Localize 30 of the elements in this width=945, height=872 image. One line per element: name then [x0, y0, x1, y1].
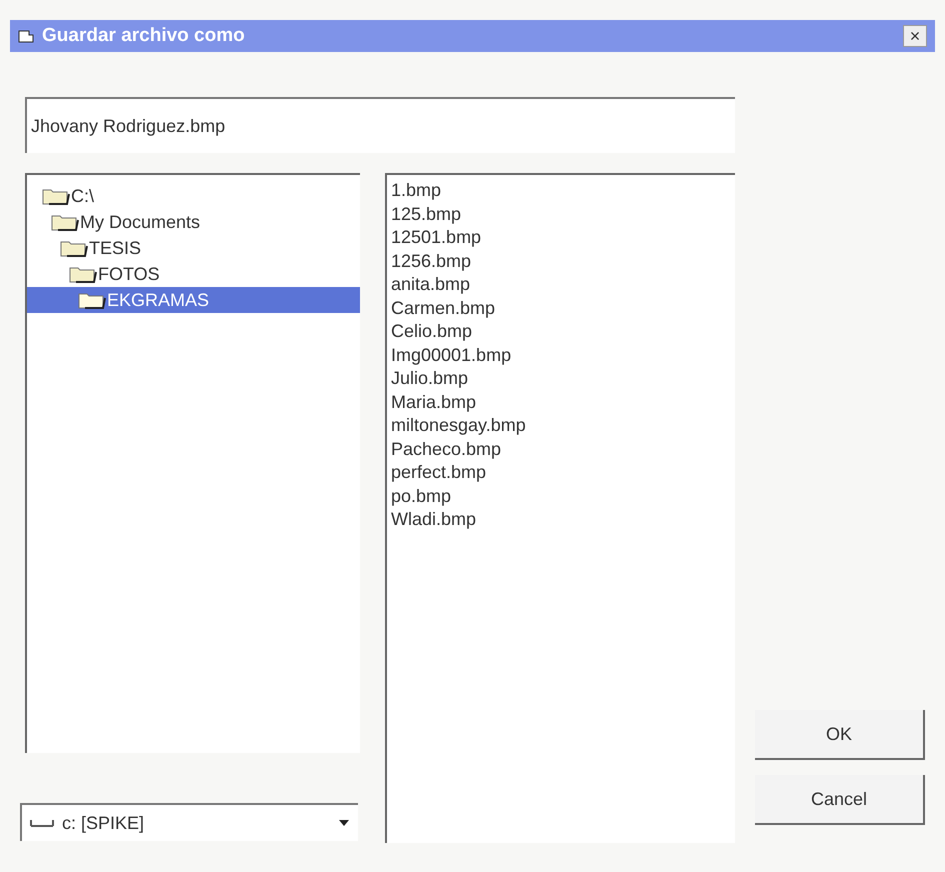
drive-value: c: [SPIKE] — [62, 812, 146, 835]
file-item[interactable]: Celio.bmp — [391, 320, 735, 344]
folder-tree-item[interactable]: TESIS — [27, 235, 360, 261]
drive-icon — [30, 818, 54, 828]
file-item[interactable]: po.bmp — [391, 484, 735, 508]
dropdown-arrow-icon — [338, 819, 350, 827]
filename-field[interactable]: Jhovany Rodriguez.bmp — [25, 97, 735, 153]
file-item[interactable]: Carmen.bmp — [391, 296, 735, 320]
folder-tree-item[interactable]: My Documents — [27, 209, 360, 235]
folder-tree-item[interactable]: EKGRAMAS — [27, 287, 360, 313]
file-item[interactable]: 12501.bmp — [391, 226, 735, 250]
window-icon — [18, 29, 34, 43]
file-item[interactable]: Maria.bmp — [391, 390, 735, 414]
folder-tree-item[interactable]: FOTOS — [27, 261, 360, 287]
file-item[interactable]: Wladi.bmp — [391, 508, 735, 532]
file-item[interactable]: Pacheco.bmp — [391, 438, 735, 461]
dialog-button[interactable]: Cancel — [755, 775, 925, 825]
file-item[interactable]: anita.bmp — [391, 273, 735, 296]
file-item[interactable]: 1.bmp — [391, 179, 735, 202]
file-item[interactable]: 1256.bmp — [391, 250, 735, 273]
dialog-button[interactable]: OK — [755, 710, 925, 760]
close-button[interactable]: × — [903, 25, 927, 47]
window-title: Guardar archivo como — [42, 24, 246, 48]
folder-tree-item[interactable]: C:\ — [27, 183, 360, 209]
drive-select[interactable]: c: [SPIKE] — [20, 803, 358, 841]
file-item[interactable]: miltonesgay.bmp — [391, 414, 735, 438]
file-item[interactable]: Julio.bmp — [391, 367, 735, 390]
file-item[interactable]: 125.bmp — [391, 202, 735, 226]
file-item[interactable]: Img00001.bmp — [391, 344, 735, 367]
file-item[interactable]: perfect.bmp — [391, 461, 735, 484]
